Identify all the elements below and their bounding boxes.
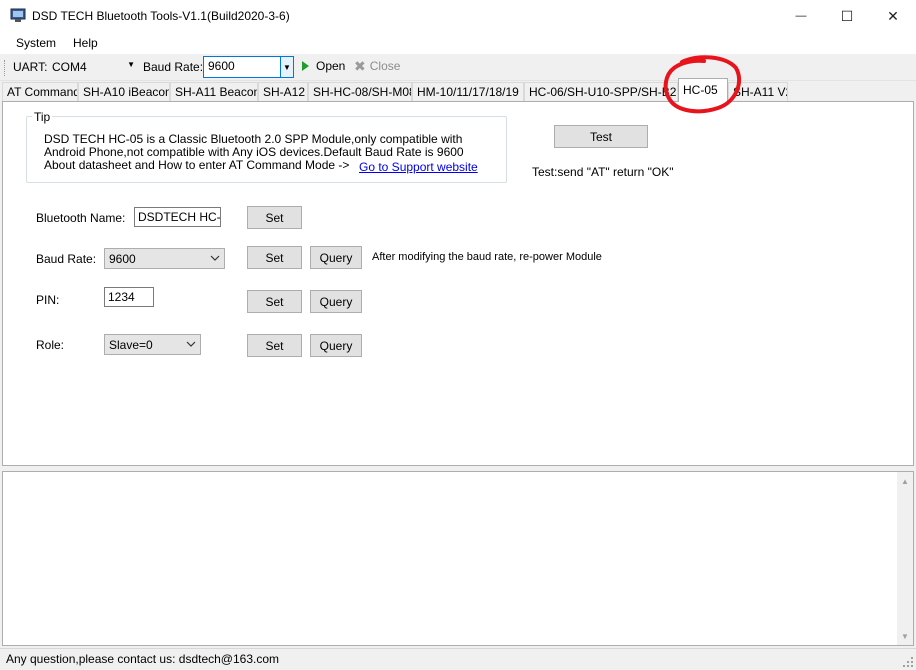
tab-sh-a10-ibeacon[interactable]: SH-A10 iBeacon [78,82,170,101]
bluetooth-name-input[interactable]: DSDTECH HC-05 [134,207,221,227]
tab-label: HM-10/11/17/18/19 [417,85,519,99]
chevron-down-icon [210,255,220,261]
tab-label: SH-A11 Beacon [175,85,258,99]
tab-hc-06[interactable]: HC-06/SH-U10-SPP/SH-B23A [524,82,678,101]
maximize-button[interactable]: ☐ [824,0,870,32]
tab-label: SH-A10 iBeacon [83,85,170,99]
play-icon [302,61,309,71]
tip-line-1: DSD TECH HC-05 is a Classic Bluetooth 2.… [44,132,463,146]
maximize-icon: ☐ [840,7,854,24]
tab-label: AT Command [7,85,78,99]
uart-combo[interactable]: COM4 ▼ [48,57,138,77]
scroll-up-icon[interactable]: ▲ [901,477,909,486]
chevron-down-icon [186,341,196,347]
test-button[interactable]: Test [554,125,648,148]
log-scrollbar[interactable]: ▲ ▼ [897,472,913,645]
role-select[interactable]: Slave=0 [104,334,201,355]
tab-label: HC-06/SH-U10-SPP/SH-B23A [529,85,678,99]
close-port-button[interactable]: ✖ Close [354,59,400,73]
chevron-down-icon[interactable]: ▼ [280,57,293,77]
query-baud-button[interactable]: Query [310,246,362,269]
baud-rate-note: After modifying the baud rate, re-power … [372,251,602,263]
resize-grip-icon[interactable] [902,656,914,668]
baud-rate-select[interactable]: 9600 [104,248,225,269]
tab-sh-a12[interactable]: SH-A12 [258,82,308,101]
support-website-link[interactable]: Go to Support website [359,160,478,174]
tab-hm-10[interactable]: HM-10/11/17/18/19 [412,82,524,101]
annotation-circle [663,55,742,114]
tab-label: SH-HC-08/SH-M08 [313,85,412,99]
window-title: DSD TECH Bluetooth Tools-V1.1(Build2020-… [32,9,290,23]
scroll-down-icon[interactable]: ▼ [901,632,909,641]
tab-sh-a11-beacon[interactable]: SH-A11 Beacon [170,82,258,101]
toolbar-grip [4,60,7,76]
tip-legend: Tip [32,110,53,124]
close-window-button[interactable]: ✕ [870,0,916,32]
baud-rate-field-label: Baud Rate: [36,252,97,266]
baud-rate-label: Baud Rate: [143,60,204,74]
menu-bar [0,32,916,54]
set-pin-button[interactable]: Set [247,290,302,313]
app-icon [10,8,26,22]
pin-input[interactable]: 1234 [104,287,154,307]
set-role-button[interactable]: Set [247,334,302,357]
tab-label: SH-A12 [263,85,306,99]
close-label: Close [369,59,401,73]
minimize-button[interactable]: — [778,0,824,32]
close-x-icon: ✖ [354,58,366,74]
open-label: Open [316,59,346,73]
baud-rate-select-value: 9600 [109,252,136,266]
tip-line-3: About datasheet and How to enter AT Comm… [44,158,350,172]
query-role-button[interactable]: Query [310,334,362,357]
tab-at-command[interactable]: AT Command [2,82,78,101]
minimize-icon: — [795,10,807,22]
query-pin-button[interactable]: Query [310,290,362,313]
set-baud-button[interactable]: Set [247,246,302,269]
tip-line-2: Android Phone,not compatible with Any iO… [44,145,464,159]
log-output-textarea[interactable] [2,471,914,646]
open-button[interactable]: Open [300,59,345,73]
tab-sh-hc-08[interactable]: SH-HC-08/SH-M08 [308,82,412,101]
pin-label: PIN: [36,293,60,307]
chevron-down-icon: ▼ [127,60,135,69]
menu-help[interactable]: Help [73,36,98,50]
uart-value: COM4 [52,60,87,74]
bluetooth-name-label: Bluetooth Name: [36,211,126,225]
baud-rate-combo[interactable]: 9600 ▼ [203,56,294,78]
role-label: Role: [36,338,65,352]
uart-label: UART: [13,60,48,74]
baud-rate-value: 9600 [208,59,235,73]
close-icon: ✕ [887,7,899,24]
role-select-value: Slave=0 [109,338,153,352]
menu-system[interactable]: System [16,36,56,50]
status-text: Any question,please contact us: dsdtech@… [6,652,280,666]
test-description: Test:send "AT" return "OK" [532,165,674,179]
set-name-button[interactable]: Set [247,206,302,229]
